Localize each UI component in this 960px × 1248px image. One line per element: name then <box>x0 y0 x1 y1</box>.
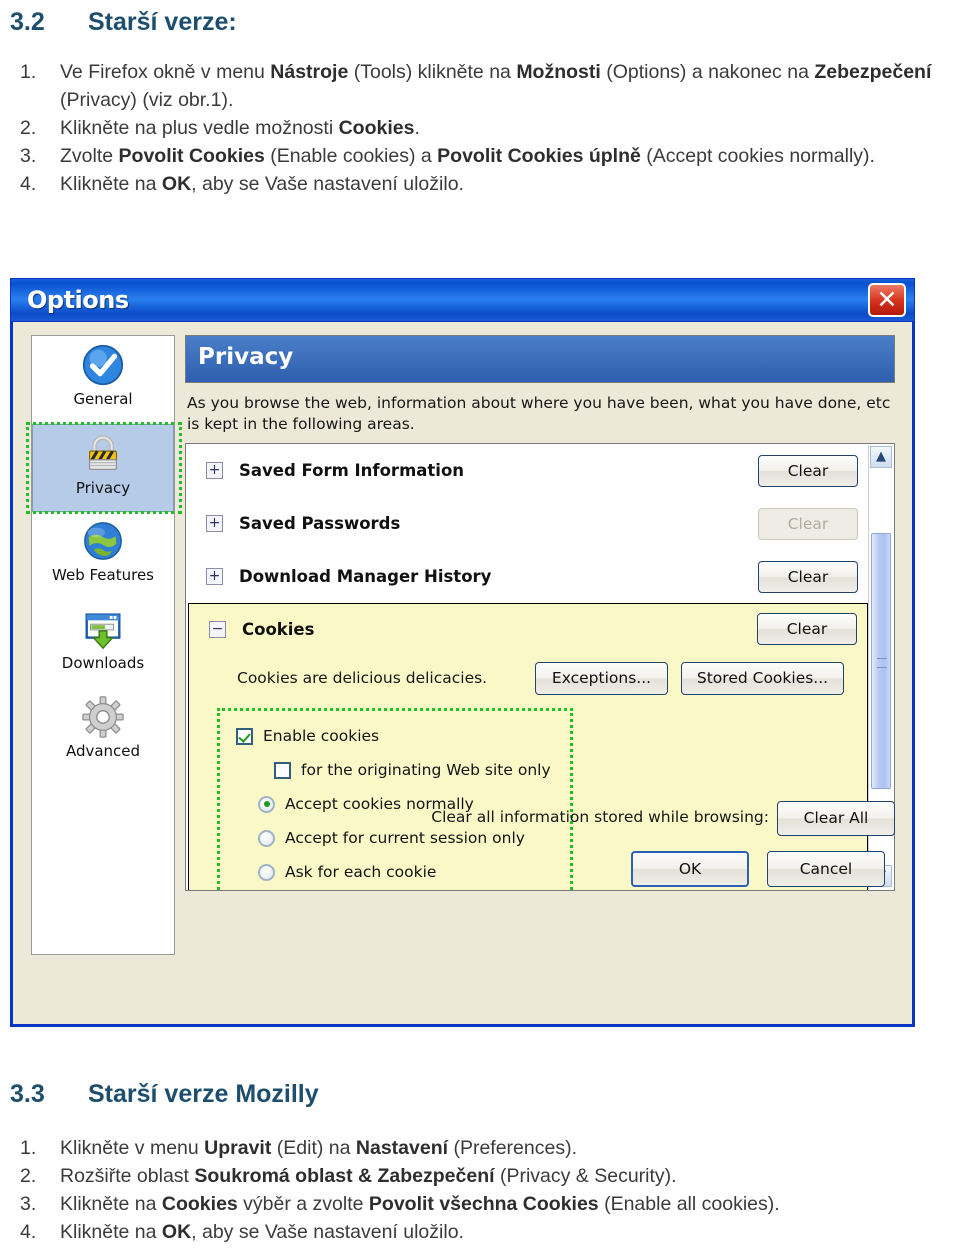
scrollbar-thumb[interactable] <box>871 533 891 789</box>
list-item: 4. Klikněte na OK, aby se Vaše nastavení… <box>8 1218 952 1246</box>
check-circle-icon <box>82 344 124 386</box>
list-marker: 4. <box>20 1221 37 1243</box>
list-marker: 4. <box>20 173 37 195</box>
clear-button-disabled: Clear <box>758 507 858 540</box>
cookies-label: Cookies <box>242 619 315 639</box>
list-item-text: Zvolte Povolit Cookies (Enable cookies) … <box>60 145 875 167</box>
dialog-body: General Privacy Web Features Downloads A… <box>13 323 912 1024</box>
list-marker: 2. <box>20 117 37 139</box>
list-marker: 3. <box>20 1193 37 1215</box>
sidebar-item-label: Privacy <box>75 479 131 497</box>
list-item-text: Klikněte na OK, aby se Vaše nastavení ul… <box>60 173 464 195</box>
steps-list-3-2: 1. Ve Firefox okně v menu Nástroje (Tool… <box>8 58 952 198</box>
option-label: for the originating Web site only <box>301 761 551 779</box>
list-item-text: Rozšiřte oblast Soukromá oblast & Zabezp… <box>60 1165 677 1187</box>
list-item: + Download Manager History Clear <box>186 550 868 603</box>
sidebar-item-downloads[interactable]: Downloads <box>32 600 174 688</box>
clear-all-button[interactable]: Clear All <box>777 801 895 836</box>
list-item-label: Saved Passwords <box>239 514 401 533</box>
clear-all-label: Clear all information stored while brows… <box>431 808 769 826</box>
list-item-text: Klikněte v menu Upravit (Edit) na Nastav… <box>60 1137 577 1159</box>
options-dialog: Options ✕ General Privacy Web Features D… <box>10 278 915 1027</box>
ok-button[interactable]: OK <box>631 851 749 887</box>
cookies-description: Cookies are delicious delicacies. <box>237 669 488 687</box>
collapse-minus-icon[interactable]: − <box>209 620 226 638</box>
list-item: + Saved Passwords Clear <box>186 497 868 550</box>
option-enable-cookies[interactable]: Enable cookies <box>220 719 570 753</box>
list-item: 1. Klikněte v menu Upravit (Edit) na Nas… <box>8 1134 952 1162</box>
steps-list-3-3: 1. Klikněte v menu Upravit (Edit) na Nas… <box>8 1134 952 1246</box>
list-item-text: Ve Firefox okně v menu Nástroje (Tools) … <box>60 61 932 111</box>
list-item-text: Klikněte na Cookies výběr a zvolte Povol… <box>60 1193 780 1215</box>
list-item-label: Saved Form Information <box>239 461 465 480</box>
cookies-panel: − Cookies Clear Cookies are delicious de… <box>188 603 868 890</box>
download-window-icon <box>85 613 121 650</box>
cookies-header-row: − Cookies Clear <box>189 604 867 654</box>
sidebar-item-advanced[interactable]: Advanced <box>32 688 174 776</box>
clear-cookies-button[interactable]: Clear <box>757 613 857 645</box>
section-title: Starší verze Mozilly <box>88 1080 319 1108</box>
list-item: 2. Rozšiřte oblast Soukromá oblast & Zab… <box>8 1162 952 1190</box>
list-item: 4. Klikněte na OK, aby se Vaše nastavení… <box>8 170 952 198</box>
expand-plus-icon[interactable]: + <box>206 568 223 585</box>
cookies-description-row: Cookies are delicious delicacies. Except… <box>189 654 867 702</box>
section-title: Starší verze: <box>88 8 237 36</box>
list-item-label: Download Manager History <box>239 567 492 586</box>
dialog-buttons-row: OK Cancel <box>185 851 895 889</box>
list-item: + Saved Form Information Clear <box>186 444 868 497</box>
section-heading-3-2: 3.2 Starší verze: <box>10 8 237 37</box>
close-icon[interactable]: ✕ <box>868 283 906 317</box>
sidebar-item-general[interactable]: General <box>32 336 174 424</box>
list-item: 3. Zvolte Povolit Cookies (Enable cookie… <box>8 142 952 170</box>
section-number: 3.3 <box>10 1080 45 1108</box>
section-heading-3-3: 3.3 Starší verze Mozilly <box>10 1080 319 1109</box>
scrollbar-grip-icon <box>877 658 887 668</box>
stored-cookies-button[interactable]: Stored Cookies... <box>681 661 844 695</box>
pane-description: As you browse the web, information about… <box>187 394 891 433</box>
sidebar-item-label: Downloads <box>61 654 145 672</box>
list-item-text: Klikněte na plus vedle možnosti Cookies. <box>60 117 420 139</box>
clear-all-row: Clear all information stored while brows… <box>185 801 895 837</box>
dialog-sidebar: General Privacy Web Features Downloads A… <box>26 335 182 955</box>
expand-plus-icon[interactable]: + <box>206 515 223 532</box>
clear-button[interactable]: Clear <box>758 454 858 487</box>
originating-site-checkbox[interactable] <box>274 761 291 779</box>
sidebar-item-label: Advanced <box>65 742 141 760</box>
option-label: Enable cookies <box>263 727 380 745</box>
globe-icon <box>84 522 122 560</box>
scroll-up-arrow-icon[interactable]: ▲ <box>870 446 892 468</box>
sidebar-item-label: Web Features <box>52 566 154 584</box>
list-marker: 3. <box>20 145 37 167</box>
list-marker: 2. <box>20 1165 37 1187</box>
list-marker: 1. <box>20 1137 37 1159</box>
dialog-titlebar: Options ✕ <box>10 278 915 322</box>
list-marker: 1. <box>20 61 37 83</box>
gear-icon <box>82 696 124 738</box>
sidebar-item-privacy[interactable]: Privacy <box>32 424 174 512</box>
expand-plus-icon[interactable]: + <box>206 462 223 479</box>
option-originating-site-only[interactable]: for the originating Web site only <box>220 753 570 787</box>
section-number: 3.2 <box>10 8 45 36</box>
clear-button[interactable]: Clear <box>758 560 858 593</box>
page-title: Privacy <box>185 335 895 383</box>
list-item: 3. Klikněte na Cookies výběr a zvolte Po… <box>8 1190 952 1218</box>
list-item: 2. Klikněte na plus vedle možnosti Cooki… <box>8 114 952 142</box>
padlock-icon <box>89 435 117 470</box>
enable-cookies-checkbox[interactable] <box>236 727 253 745</box>
list-item-text: Klikněte na OK, aby se Vaše nastavení ul… <box>60 1221 464 1243</box>
dialog-title: Options <box>27 286 129 314</box>
list-item: 1. Ve Firefox okně v menu Nástroje (Tool… <box>8 58 952 114</box>
exceptions-button[interactable]: Exceptions... <box>535 661 668 695</box>
sidebar-item-web-features[interactable]: Web Features <box>32 512 174 600</box>
cancel-button[interactable]: Cancel <box>767 851 885 887</box>
sidebar-item-label: General <box>73 390 133 408</box>
settings-pane: Privacy As you browse the web, informati… <box>185 335 895 891</box>
